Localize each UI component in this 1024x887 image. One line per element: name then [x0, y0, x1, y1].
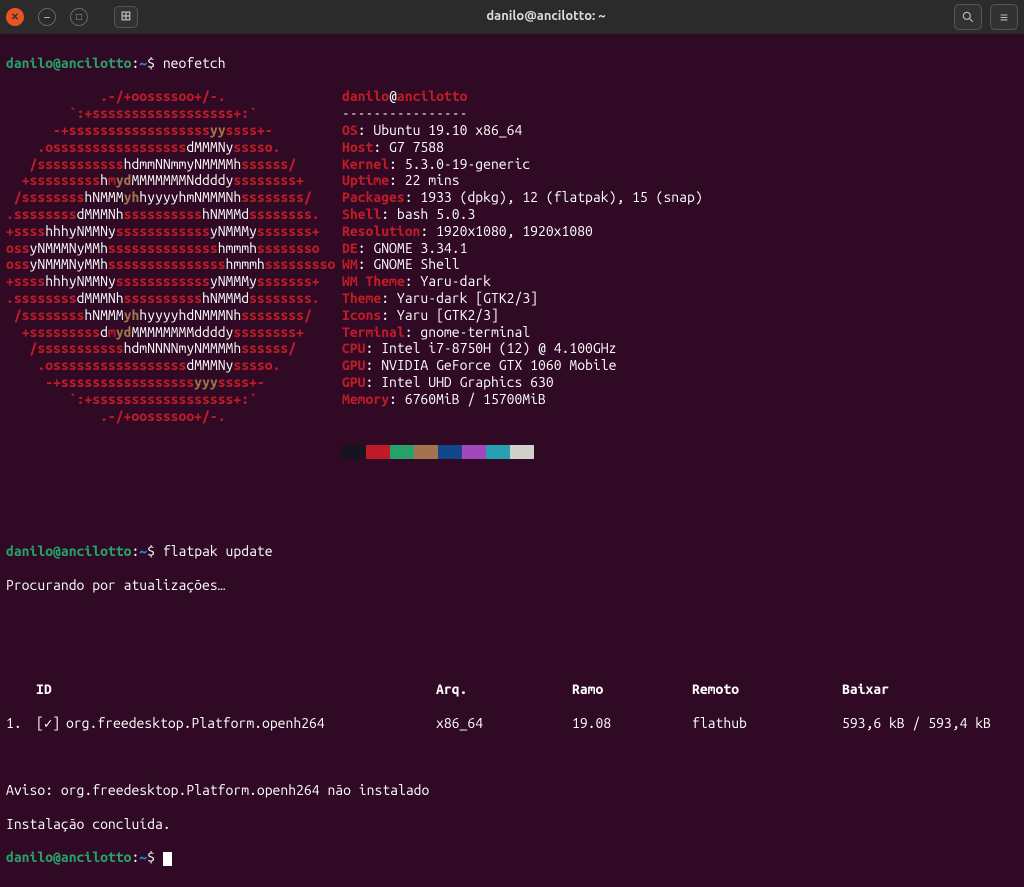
menu-icon[interactable]: ≡	[990, 4, 1018, 30]
color-swatch	[414, 445, 438, 459]
neofetch-line: .ssssssssdMMMNhsssssssssshNMMMdssssssss.…	[6, 290, 1018, 307]
color-swatch	[462, 445, 486, 459]
neofetch-line: .osssssssssssssssssdMMMNysssso.Host: G7 …	[6, 139, 1018, 156]
neofetch-line: +sssshhhyNMMNyssssssssssssyNMMMysssssss+…	[6, 273, 1018, 290]
flatpak-row: 1. [✓] org.freedesktop.Platform.openh264…	[6, 715, 1018, 732]
neofetch-line: /ssssssssssshdmNNNNmyNMMMMhssssss/CPU: I…	[6, 340, 1018, 357]
neofetch-line: ossyNMMMNyMMhssssssssssssssshmmmhsssssss…	[6, 256, 1018, 273]
prompt-line-2: danilo@ancilotto:~$ flatpak update	[6, 543, 1018, 560]
command-neofetch: neofetch	[163, 55, 226, 71]
neofetch-line: `:+ssssssssssssssssss+:`Memory: 6760MiB …	[6, 391, 1018, 408]
titlebar-right: ≡	[954, 4, 1018, 30]
title-bar: ✕ ‒ □ ⊞ danilo@ancilotto: ~ ≡	[0, 0, 1024, 34]
command-flatpak: flatpak update	[163, 543, 273, 559]
neofetch-line: ossyNMMMNyMMhsssssssssssssshmmmhssssssso…	[6, 240, 1018, 257]
color-palette	[342, 445, 1018, 459]
color-swatch	[486, 445, 510, 459]
neofetch-line: +ssssssssshmydMMMMMMMNddddyssssssss+Upti…	[6, 172, 1018, 189]
color-swatch	[366, 445, 390, 459]
neofetch-line: `:+ssssssssssssssssss+:`----------------	[6, 105, 1018, 122]
neofetch-line: .ssssssssdMMMNhsssssssssshNMMMdssssssss.…	[6, 206, 1018, 223]
flatpak-aviso: Aviso: org.freedesktop.Platform.openh264…	[6, 782, 1018, 799]
neofetch-line: -+ssssssssssssssssssyyssss+-OS: Ubuntu 1…	[6, 122, 1018, 139]
neofetch-line: /ssssssssssshdmmNNmmyNMMMMhssssss/Kernel…	[6, 156, 1018, 173]
terminal-output[interactable]: danilo@ancilotto:~$ neofetch .-/+oosssso…	[0, 34, 1024, 887]
search-icon[interactable]	[954, 4, 982, 30]
cursor	[163, 852, 172, 866]
prompt-line-3: danilo@ancilotto:~$	[6, 849, 1018, 866]
neofetch-line: -+sssssssssssssssssyyyssss+-GPU: Intel U…	[6, 374, 1018, 391]
color-swatch	[390, 445, 414, 459]
maximize-button[interactable]: □	[70, 8, 88, 26]
new-tab-button[interactable]: ⊞	[114, 6, 138, 28]
minimize-button[interactable]: ‒	[38, 8, 56, 26]
color-swatch	[342, 445, 366, 459]
color-swatch	[510, 445, 534, 459]
neofetch-line: +sssshhhyNMMNyssssssssssssyNMMMysssssss+…	[6, 223, 1018, 240]
neofetch-line: /sssssssshNMMMyhhyyyyhmNMMMNhssssssss/Pa…	[6, 189, 1018, 206]
neofetch-line: /sssssssshNMMMyhhyyyyhdNMMMNhssssssss/Ic…	[6, 307, 1018, 324]
window-controls: ✕ ‒ □ ⊞	[6, 6, 138, 28]
close-button[interactable]: ✕	[6, 8, 24, 26]
flatpak-search: Procurando por atualizações…	[6, 577, 1018, 594]
window-title: danilo@ancilotto: ~	[138, 9, 954, 25]
neofetch-line: +sssssssssdmydMMMMMMMMddddyssssssss+Term…	[6, 324, 1018, 341]
neofetch-line: .osssssssssssssssssdMMMNysssso.GPU: NVID…	[6, 357, 1018, 374]
neofetch-line: .-/+oossssoo+/-.danilo@ancilotto	[6, 88, 1018, 105]
prompt-line-1: danilo@ancilotto:~$ neofetch	[6, 55, 1018, 72]
flatpak-header: ID Arq. Ramo Remoto Baixar	[6, 681, 1018, 698]
flatpak-done: Instalação concluída.	[6, 816, 1018, 833]
neofetch-line: .-/+oossssoo+/-.	[6, 408, 1018, 425]
color-swatch	[438, 445, 462, 459]
